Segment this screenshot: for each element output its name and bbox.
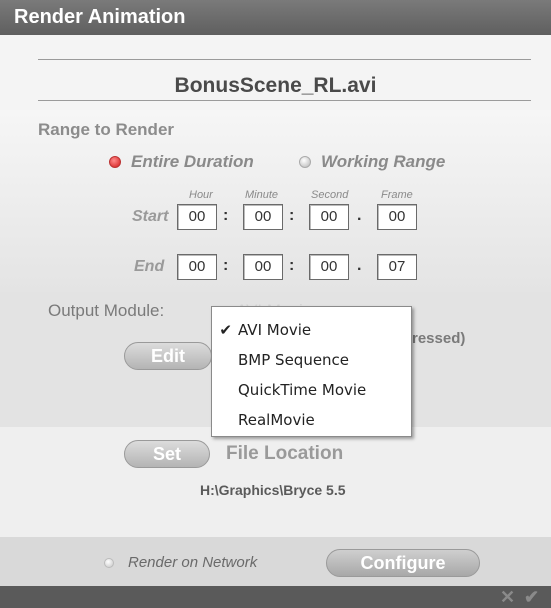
divider-bottom — [38, 100, 531, 101]
menu-item-label: BMP Sequence — [238, 351, 350, 369]
radio-off-icon — [299, 156, 311, 168]
col-hour: Hour — [189, 189, 213, 201]
file-location-label: File Location — [226, 443, 344, 464]
start-minute-field[interactable]: 00 — [243, 204, 283, 230]
radio-off-icon — [104, 557, 114, 568]
location-panel: Set File Location H:\Graphics\Bryce 5.5 — [0, 427, 551, 537]
col-second: Second — [311, 189, 349, 201]
menu-item-label: AVI Movie — [238, 321, 312, 339]
window-title: Render Animation — [0, 0, 551, 35]
menu-item-avi-movie[interactable]: ✔ AVI Movie — [212, 315, 411, 345]
compression-note: ressed) — [412, 330, 466, 347]
end-frame-field[interactable]: 07 — [377, 254, 417, 280]
col-minute: Minute — [245, 189, 279, 201]
end-hour-field[interactable]: 00 — [177, 254, 217, 280]
menu-item-bmp-sequence[interactable]: BMP Sequence — [212, 345, 411, 375]
output-module-menu[interactable]: ✔ AVI Movie BMP Sequence QuickTime Movie… — [211, 306, 412, 437]
start-hour-field[interactable]: 00 — [177, 204, 217, 230]
output-filename[interactable]: BonusScene_RL.avi — [0, 74, 551, 98]
separator: : — [223, 257, 229, 274]
separator: : — [223, 207, 229, 224]
output-module-label: Output Module: — [48, 301, 165, 320]
end-label: End — [134, 258, 165, 275]
filename-panel — [0, 35, 551, 110]
menu-item-realmovie[interactable]: RealMovie — [212, 405, 411, 435]
check-icon: ✔ — [219, 321, 232, 339]
radio-working-range[interactable]: Working Range — [299, 152, 445, 172]
end-second-field[interactable]: 00 — [309, 254, 349, 280]
start-second-field[interactable]: 00 — [309, 204, 349, 230]
col-frame: Frame — [381, 189, 413, 201]
start-frame-field[interactable]: 00 — [377, 204, 417, 230]
checkmark-icon[interactable]: ✔ — [524, 587, 539, 608]
radio-working-range-label: Working Range — [321, 152, 446, 171]
range-section-label: Range to Render — [38, 120, 175, 139]
menu-item-label: RealMovie — [238, 411, 315, 429]
radio-on-icon — [109, 156, 121, 168]
render-on-network-label: Render on Network — [128, 554, 258, 571]
radio-entire-duration-label: Entire Duration — [131, 152, 254, 171]
file-path: H:\Graphics\Bryce 5.5 — [200, 482, 346, 498]
x-icon[interactable]: ✕ — [500, 587, 515, 608]
radio-entire-duration[interactable]: Entire Duration — [109, 152, 254, 172]
menu-item-quicktime-movie[interactable]: QuickTime Movie — [212, 375, 411, 405]
divider-top — [38, 59, 531, 60]
separator: . — [357, 257, 362, 274]
separator: : — [289, 207, 295, 224]
end-minute-field[interactable]: 00 — [243, 254, 283, 280]
configure-button[interactable]: Configure — [326, 549, 480, 577]
network-panel: Render on Network Configure — [0, 537, 551, 586]
menu-item-label: QuickTime Movie — [238, 381, 367, 399]
set-button[interactable]: Set — [124, 440, 210, 468]
range-panel: Range to Render Entire Duration Working … — [0, 110, 551, 292]
separator: : — [289, 257, 295, 274]
start-label: Start — [132, 208, 169, 225]
separator: . — [357, 207, 362, 224]
bottom-bar: ✕ ✔ — [0, 586, 551, 608]
render-on-network-toggle[interactable]: Render on Network — [104, 554, 257, 571]
edit-button[interactable]: Edit — [124, 342, 212, 370]
